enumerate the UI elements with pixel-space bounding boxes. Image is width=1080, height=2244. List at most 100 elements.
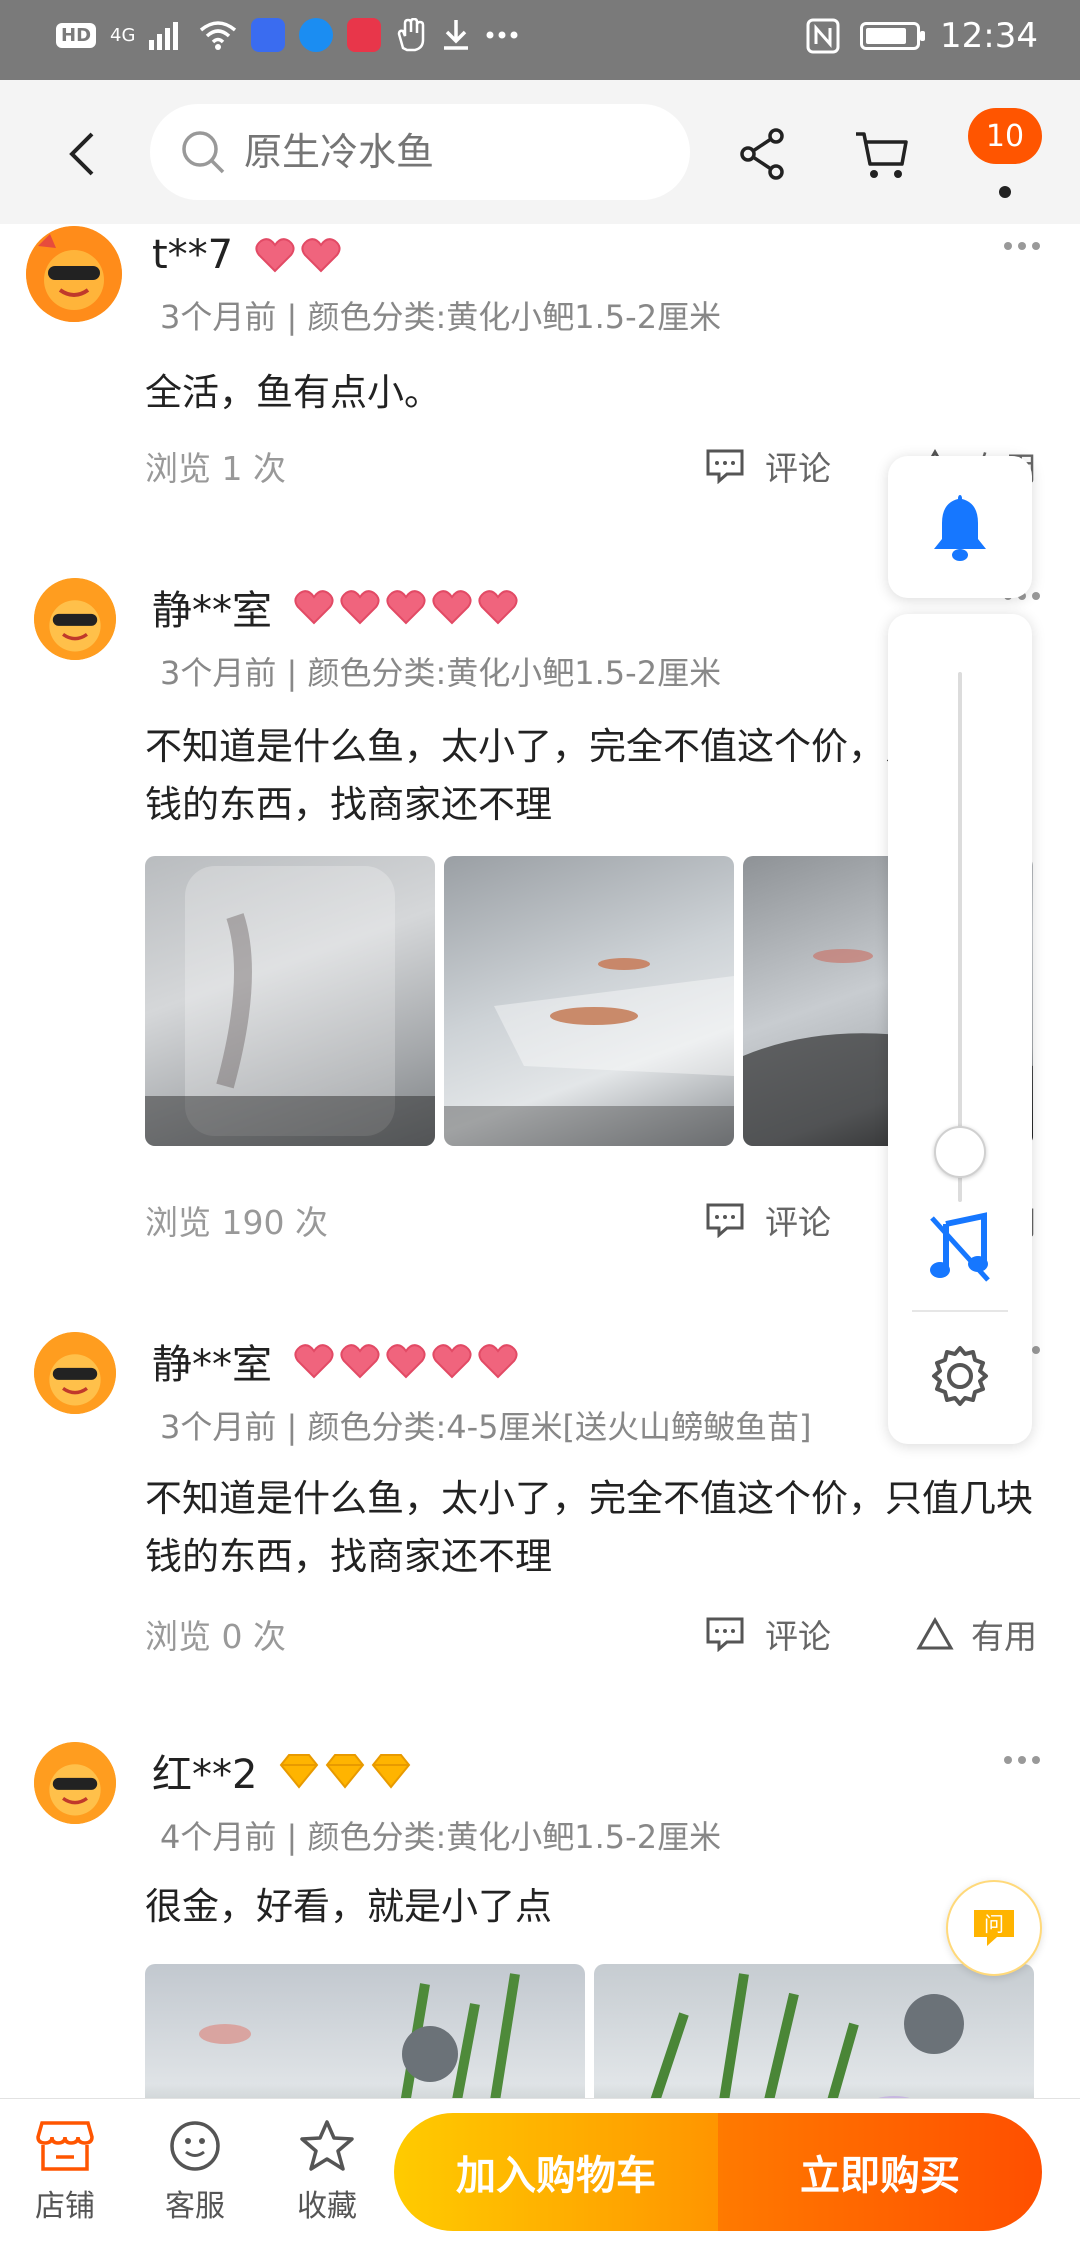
volume-panel: [888, 614, 1032, 1444]
comment-icon: [706, 1617, 744, 1652]
view-count: 浏览 1 次: [145, 449, 286, 488]
username-row: t**7: [152, 232, 343, 278]
heart-level-icon: [432, 1344, 472, 1379]
mascot-avatar-icon: [34, 1742, 116, 1824]
buyer-level-hearts: [292, 1341, 520, 1381]
review-more-button[interactable]: [1004, 242, 1040, 250]
more-dot-icon: [999, 186, 1011, 198]
add-to-cart-button[interactable]: 加入购物车: [394, 2113, 718, 2231]
comment-icon: [706, 1203, 744, 1238]
heart-level-icon: [478, 1344, 518, 1379]
review-content: 不知道是什么鱼，太小了，完全不值这个价，只值几块钱的东西，找商家还不理: [145, 1477, 1033, 1578]
username-row: 静**室: [152, 1332, 520, 1390]
ask-label: 问: [984, 1912, 1004, 1936]
heart-level-icon: [294, 1344, 334, 1379]
ask-question-button[interactable]: 问: [946, 1880, 1042, 1976]
comment-button[interactable]: 评论: [705, 1610, 831, 1658]
review-content: 很金，好看，就是小了点: [145, 1885, 552, 1928]
wifi-icon: [200, 21, 237, 50]
buyer-level-hearts: [292, 587, 520, 627]
review-meta: 3个月前 | 颜色分类:黄化小鲃1.5-2厘米: [160, 298, 722, 336]
more-menu-button[interactable]: 10: [968, 108, 1042, 204]
buyer-level-diamonds: [277, 1751, 413, 1791]
nfc-icon: [806, 18, 840, 54]
review-content: 全活，鱼有点小。: [145, 371, 441, 414]
username: t**7: [152, 232, 234, 278]
signal-icon: [149, 22, 179, 50]
reader-app-icon: [347, 18, 382, 52]
heart-level-icon: [478, 590, 518, 625]
heart-level-icon: [340, 1344, 380, 1379]
notification-badge: 10: [968, 108, 1042, 164]
shop-button[interactable]: 店铺: [10, 2119, 120, 2225]
settings-button[interactable]: [928, 1344, 992, 1408]
status-icons-right: 12:34: [806, 16, 1038, 56]
fish-bag-photo: [444, 958, 734, 1146]
service-label: 客服: [165, 2189, 225, 2224]
comment-label: 评论: [765, 1617, 831, 1656]
search-input[interactable]: [244, 130, 664, 174]
top-nav-bar: 10: [0, 80, 1080, 224]
fish-bag-photo: [145, 866, 435, 1146]
review-meta: 3个月前 | 颜色分类:4-5厘米[送火山鳑鲏鱼苗]: [160, 1408, 812, 1446]
search-icon: [182, 131, 225, 174]
thumb-up-icon: [916, 1616, 954, 1650]
view-count: 浏览 0 次: [145, 1617, 286, 1656]
customer-service-button[interactable]: 客服: [140, 2119, 250, 2225]
store-icon: [36, 2121, 94, 2171]
share-icon: [740, 128, 784, 180]
favorite-button[interactable]: 收藏: [272, 2119, 382, 2225]
review-more-button[interactable]: [1004, 1756, 1040, 1764]
bottom-action-bar: 店铺 客服 收藏 加入购物车 立即购买: [0, 2098, 1080, 2244]
hd-indicator: HD: [56, 22, 97, 48]
favorite-label: 收藏: [297, 2189, 357, 2224]
avatar[interactable]: [34, 578, 116, 660]
diamond-level-icon: [326, 1754, 365, 1789]
heart-level-icon: [255, 238, 295, 273]
username-row: 静**室: [152, 578, 520, 636]
comment-button[interactable]: 评论: [705, 442, 831, 490]
chevron-left-icon: [69, 132, 94, 176]
download-icon: [444, 20, 469, 50]
bell-icon: [934, 495, 986, 561]
mute-media-button[interactable]: [928, 1212, 992, 1284]
clock: 12:34: [940, 16, 1038, 56]
heart-level-icon: [386, 1344, 426, 1379]
username: 静**室: [152, 1342, 272, 1388]
share-button[interactable]: [732, 124, 792, 184]
heart-level-icon: [386, 590, 426, 625]
music-muted-icon: [930, 1212, 990, 1282]
cart-button[interactable]: [852, 124, 912, 184]
purchase-buttons: 加入购物车 立即购买: [394, 2113, 1042, 2231]
buy-now-button[interactable]: 立即购买: [718, 2113, 1042, 2231]
mascot-avatar-icon: [34, 578, 116, 660]
volume-slider-knob[interactable]: [934, 1126, 986, 1178]
review-meta: 4个月前 | 颜色分类:黄化小鲃1.5-2厘米: [160, 1818, 722, 1856]
search-bar[interactable]: [150, 104, 690, 200]
review-photo[interactable]: [145, 856, 435, 1146]
mascot-avatar-icon: [34, 1332, 116, 1414]
volume-slider-track[interactable]: [958, 672, 962, 1202]
hand-icon: [398, 18, 425, 52]
diamond-level-icon: [280, 1754, 319, 1789]
avatar[interactable]: [26, 226, 122, 322]
username: 红**2: [152, 1752, 258, 1798]
review-photo[interactable]: [444, 856, 734, 1146]
network-type: 4G: [110, 24, 136, 46]
comment-button[interactable]: 评论: [705, 1196, 831, 1244]
useful-button[interactable]: 有用: [915, 1610, 1037, 1658]
comment-label: 评论: [765, 1203, 831, 1242]
status-icons-left: HD 4G: [56, 18, 519, 52]
heart-level-icon: [294, 590, 334, 625]
avatar[interactable]: [34, 1742, 116, 1824]
cart-icon: [856, 132, 908, 178]
comment-label: 评论: [765, 449, 831, 488]
service-face-icon: [170, 2121, 220, 2171]
avatar[interactable]: [34, 1332, 116, 1414]
review-footer: 浏览 0 次 评论 有用: [145, 1610, 1040, 1660]
notification-bell-button[interactable]: [888, 456, 1032, 598]
review-item: 红**2 4个月前 | 颜色分类:黄化小鲃1.5-2厘米 很金，好看，就是小了点: [0, 1742, 1080, 2164]
useful-label: 有用: [971, 1617, 1037, 1656]
back-button[interactable]: [52, 124, 112, 184]
diamond-level-icon: [372, 1754, 411, 1789]
